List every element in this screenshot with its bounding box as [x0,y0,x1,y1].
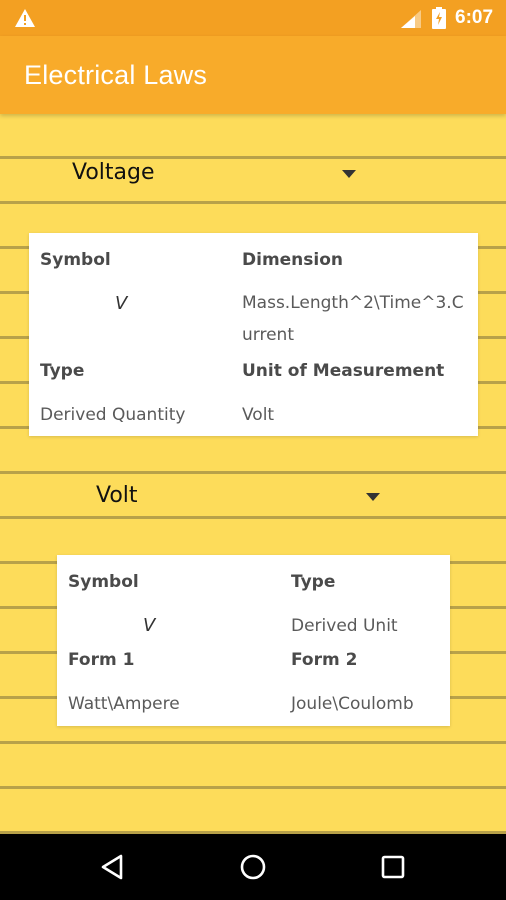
quantity-spinner[interactable]: Voltage [72,154,362,194]
symbol-label: Symbol [40,250,111,270]
type-value: Derived Unit [291,616,398,636]
dropdown-arrow-icon [342,170,356,178]
signal-icon [401,10,421,28]
dimension-value: Mass.Length^2\Time^3.Current [242,293,464,345]
navigation-bar [0,834,506,900]
unit-of-measurement-label: Unit of Measurement [242,361,445,381]
back-icon[interactable] [97,851,129,883]
form-2-label: Form 2 [291,650,358,670]
symbol-value: V [115,293,128,314]
home-icon[interactable] [237,851,269,883]
form-2-value: Joule\Coulomb [291,694,414,714]
dimension-label: Dimension [242,250,344,270]
unit-spinner[interactable]: Volt [96,477,386,517]
unit-spinner-label: Volt [96,483,138,508]
warning-icon [15,9,35,27]
app-title: Electrical Laws [24,60,208,90]
form-1-value: Watt\Ampere [68,694,180,714]
status-time: 6:07 [455,7,494,28]
content-area[interactable]: Voltage Symbol Dimension V Mass.Length^2… [0,114,506,834]
unit-details-card: Symbol Type V Derived Unit Form 1 Form 2… [57,555,450,726]
app-bar: Electrical Laws [0,36,506,114]
form-1-label: Form 1 [68,650,135,670]
type-label: Type [40,361,85,381]
symbol-label: Symbol [68,572,139,592]
unit-of-measurement-value: Volt [242,405,275,425]
symbol-value: V [143,615,156,636]
type-label: Type [291,572,336,592]
battery-charging-icon [432,7,446,29]
recents-icon[interactable] [377,851,409,883]
quantity-details-card: Symbol Dimension V Mass.Length^2\Time^3.… [29,233,478,436]
type-value: Derived Quantity [40,405,186,425]
dropdown-arrow-icon [366,493,380,501]
status-bar: 6:07 [0,0,506,36]
quantity-spinner-label: Voltage [72,160,155,185]
app-screen: 6:07 Electrical Laws Voltage Symbol Dime… [0,0,506,900]
